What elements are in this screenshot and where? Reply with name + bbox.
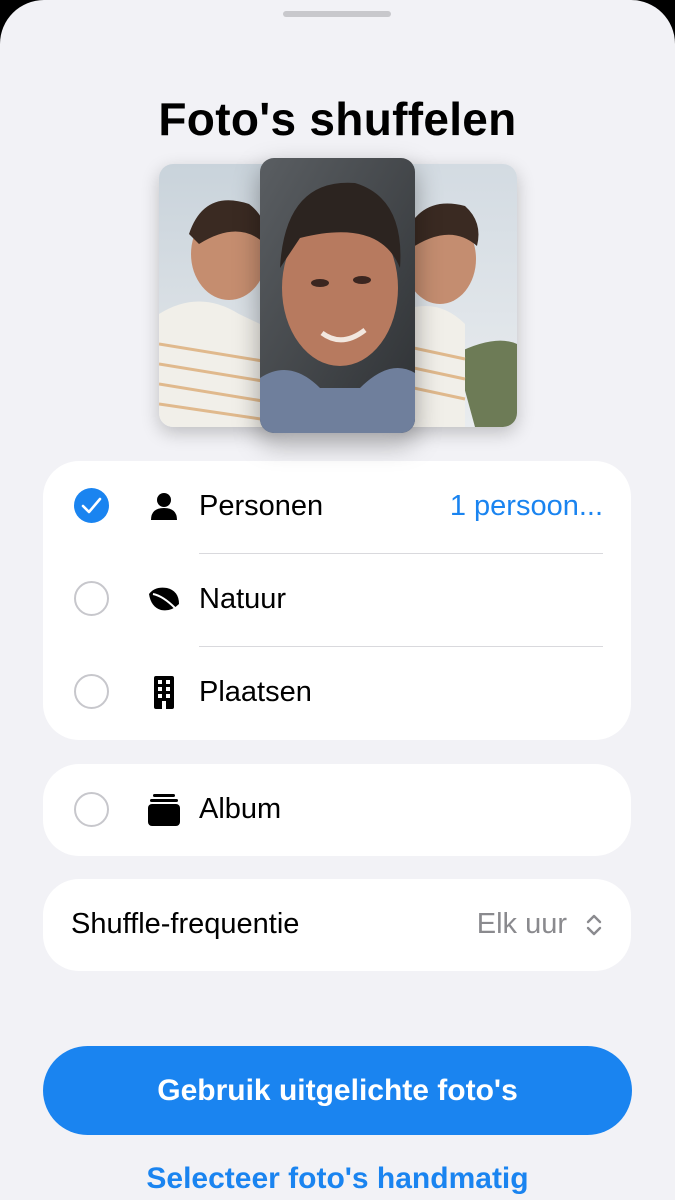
leaf-icon	[149, 587, 179, 611]
frequency-label: Shuffle-frequentie	[71, 908, 300, 940]
page-title: Foto's shuffelen	[158, 93, 517, 145]
radio-unchecked[interactable]	[74, 581, 109, 616]
person-icon	[151, 493, 177, 520]
sheet-grabber[interactable]	[283, 11, 391, 17]
category-options-card: Personen 1 persoon... Natuur Plaatsen	[43, 461, 631, 740]
stack-icon	[148, 794, 180, 826]
people-selection-link[interactable]: 1 persoon...	[450, 490, 603, 523]
chevron-up-down-icon[interactable]	[585, 912, 603, 938]
album-option-card[interactable]: Album	[43, 764, 631, 856]
radio-unchecked[interactable]	[74, 674, 109, 709]
option-natuur[interactable]: Natuur	[43, 554, 631, 647]
use-featured-photos-button[interactable]: Gebruik uitgelichte foto's	[43, 1046, 632, 1135]
option-label: Plaatsen	[199, 676, 312, 708]
album-label: Album	[199, 793, 282, 825]
shuffle-frequency-row[interactable]: Shuffle-frequentie Elk uur	[43, 879, 631, 971]
option-label: Natuur	[199, 583, 287, 615]
photo-preview-center	[260, 158, 415, 433]
radio-unchecked[interactable]	[74, 792, 109, 827]
building-icon	[154, 676, 174, 709]
frequency-value[interactable]: Elk uur	[477, 908, 567, 941]
select-photos-manually-link[interactable]: Selecteer foto's handmatig	[0, 1162, 675, 1196]
option-personen[interactable]: Personen 1 persoon...	[43, 461, 631, 554]
checkmark-icon[interactable]	[74, 488, 109, 523]
shuffle-photos-sheet: Foto's shuffelen Personen 1 persoon... N…	[0, 0, 675, 1200]
option-label: Personen	[199, 490, 324, 522]
option-plaatsen[interactable]: Plaatsen	[43, 647, 631, 740]
